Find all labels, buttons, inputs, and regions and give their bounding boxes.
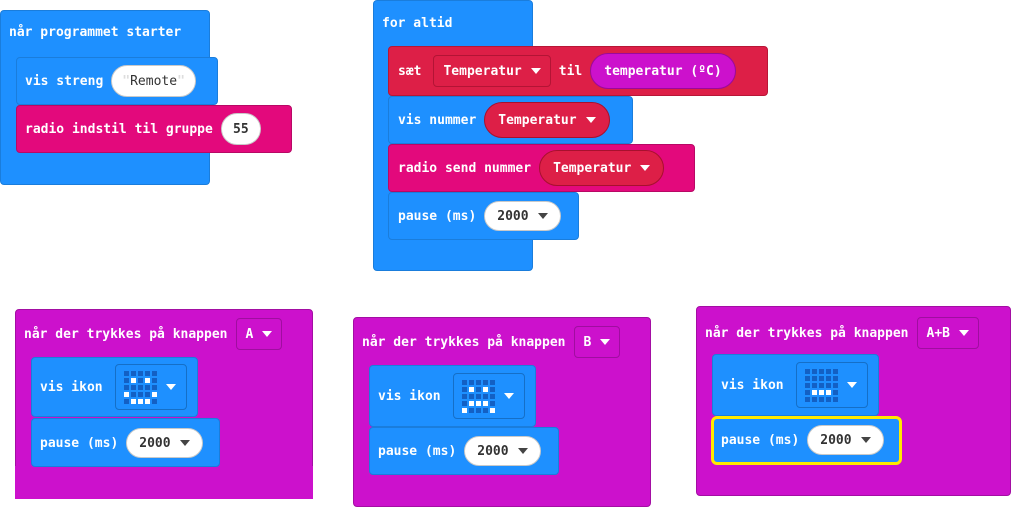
- radio-group-number-input[interactable]: 55: [220, 113, 261, 145]
- set-label: sæt: [398, 63, 422, 79]
- button-a-pause-block[interactable]: pause (ms) 2000: [31, 418, 220, 467]
- show-number-variable[interactable]: Temperatur: [484, 102, 610, 138]
- icon-picker[interactable]: [795, 362, 868, 408]
- on-start-header: når programmet starter: [9, 25, 181, 40]
- chevron-down-icon: [537, 213, 548, 219]
- show-number-variable-name: Temperatur: [498, 112, 577, 128]
- pause-dropdown[interactable]: 2000: [807, 425, 884, 455]
- chevron-down-icon: [585, 117, 596, 123]
- close-quote: ": [177, 73, 185, 89]
- pause-label: pause (ms): [398, 208, 477, 224]
- pause-value: 2000: [497, 208, 529, 224]
- radio-group-value: 55: [233, 121, 249, 137]
- radio-set-group-label: radio indstil til gruppe: [25, 121, 213, 137]
- button-b-show-icon-block[interactable]: vis ikon: [369, 365, 536, 427]
- pause-value: 2000: [820, 432, 852, 448]
- show-icon-label: vis ikon: [40, 379, 103, 395]
- show-icon-label: vis ikon: [378, 388, 441, 404]
- pause-dropdown[interactable]: 2000: [126, 428, 203, 458]
- radio-set-group-block[interactable]: radio indstil til gruppe 55: [16, 105, 292, 153]
- chevron-down-icon: [958, 330, 969, 336]
- chevron-down-icon: [846, 382, 857, 388]
- show-number-label: vis nummer: [398, 112, 477, 128]
- radio-send-variable-name: Temperatur: [553, 160, 632, 176]
- button-a-show-icon-block[interactable]: vis ikon: [31, 357, 198, 417]
- forever-header: for altid: [382, 16, 452, 31]
- button-a-footer: [15, 466, 313, 499]
- led-grid-icon: [123, 370, 157, 404]
- button-b-name: B: [583, 334, 592, 350]
- open-quote: ": [122, 73, 131, 89]
- button-ab-name: A+B: [926, 325, 950, 341]
- button-ab-dropdown[interactable]: A+B: [916, 317, 979, 349]
- pause-value: 2000: [139, 435, 171, 451]
- button-b-pause-block[interactable]: pause (ms) 2000: [369, 427, 559, 475]
- button-a-event-label: når der trykkes på knappen: [24, 326, 228, 342]
- chevron-down-icon: [640, 165, 651, 171]
- forever-pause-block[interactable]: pause (ms) 2000: [388, 192, 579, 240]
- chevron-down-icon: [179, 440, 190, 446]
- button-b-event-label: når der trykkes på knappen: [362, 334, 566, 350]
- chevron-down-icon: [517, 448, 528, 454]
- variable-name: Temperatur: [443, 63, 522, 79]
- temperature-reporter-label: temperatur (ºC): [604, 63, 722, 79]
- chevron-down-icon: [165, 384, 176, 390]
- string-value: Remote: [130, 73, 178, 89]
- temperature-reporter[interactable]: temperatur (ºC): [590, 53, 736, 89]
- show-number-block[interactable]: vis nummer Temperatur: [388, 96, 633, 144]
- on-start-title: når programmet starter: [9, 25, 182, 40]
- show-icon-label: vis ikon: [721, 377, 784, 393]
- chevron-down-icon: [503, 393, 514, 399]
- chevron-down-icon: [860, 437, 871, 443]
- button-ab-event-label: når der trykkes på knappen: [705, 325, 909, 341]
- show-string-label: vis streng: [25, 73, 104, 89]
- string-input[interactable]: " Remote ": [111, 65, 196, 97]
- pause-value: 2000: [477, 443, 509, 459]
- led-grid-icon: [461, 379, 495, 413]
- pause-label: pause (ms): [378, 443, 457, 459]
- radio-send-number-block[interactable]: radio send nummer Temperatur: [388, 144, 695, 192]
- variable-dropdown[interactable]: Temperatur: [433, 55, 551, 87]
- set-variable-block[interactable]: sæt Temperatur til temperatur (ºC): [388, 46, 768, 96]
- button-b-dropdown[interactable]: B: [573, 326, 621, 358]
- icon-picker[interactable]: [452, 373, 525, 419]
- chevron-down-icon: [600, 339, 611, 345]
- button-a-dropdown[interactable]: A: [235, 318, 283, 350]
- on-start-block[interactable]: når programmet starter vis streng " Remo…: [0, 10, 292, 185]
- button-a-name: A: [245, 326, 254, 342]
- forever-title: for altid: [382, 16, 453, 31]
- show-string-block[interactable]: vis streng " Remote ": [16, 57, 218, 105]
- button-ab-show-icon-block[interactable]: vis ikon: [712, 354, 879, 416]
- pause-label: pause (ms): [721, 432, 800, 448]
- pause-dropdown[interactable]: 2000: [464, 436, 541, 466]
- set-to-label: til: [558, 63, 583, 79]
- radio-send-variable[interactable]: Temperatur: [539, 150, 665, 186]
- pause-dropdown[interactable]: 2000: [484, 201, 561, 231]
- button-ab-pause-block-selected[interactable]: pause (ms) 2000: [711, 416, 902, 465]
- radio-send-number-label: radio send nummer: [398, 160, 532, 176]
- icon-picker[interactable]: [114, 364, 187, 410]
- pause-label: pause (ms): [40, 435, 119, 451]
- chevron-down-icon: [262, 331, 273, 337]
- led-grid-icon: [804, 368, 838, 402]
- chevron-down-icon: [530, 68, 541, 74]
